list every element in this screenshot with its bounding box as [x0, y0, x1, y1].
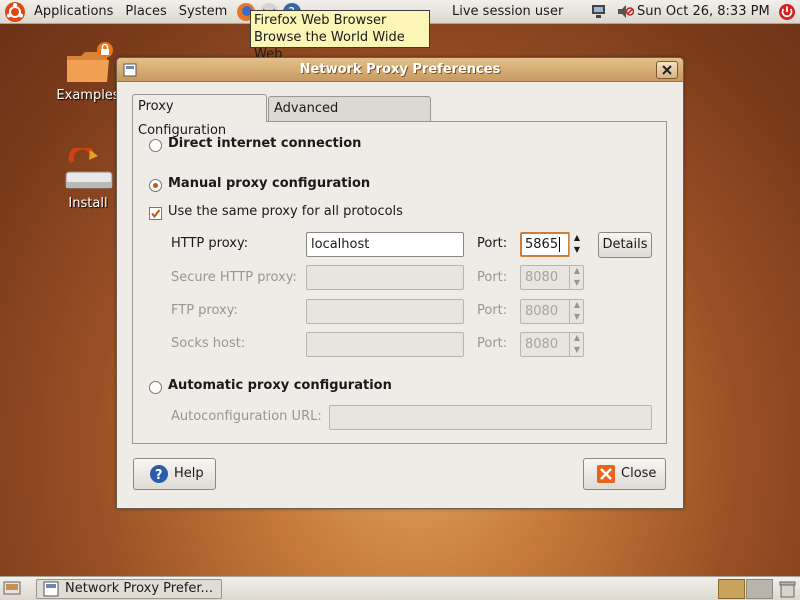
autoconfig-url-label: Autoconfiguration URL: [171, 409, 322, 424]
spin-down-icon[interactable]: ▼ [570, 244, 584, 256]
desktop-examples[interactable]: Examples [56, 38, 120, 103]
spin-up-icon[interactable]: ▲ [570, 265, 584, 277]
tab-proxy-configuration[interactable]: Proxy Configuration [132, 94, 267, 138]
window-title: Network Proxy Preferences [299, 62, 501, 77]
window-close-button[interactable] [656, 61, 678, 79]
http-port-value: 5865 [525, 237, 559, 252]
ubuntu-logo-icon[interactable] [4, 1, 26, 23]
ftp-port-spinner[interactable]: ▲ ▼ [569, 299, 584, 324]
automatic-proxy-label[interactable]: Automatic proxy configuration [168, 378, 392, 394]
power-icon[interactable] [778, 3, 796, 21]
secure-port-label: Port: [477, 270, 508, 285]
ftp-proxy-field[interactable] [306, 299, 464, 324]
bottom-panel: Network Proxy Prefer... [0, 576, 800, 600]
network-icon[interactable] [590, 4, 607, 19]
ftp-proxy-label: FTP proxy: [171, 303, 238, 318]
spin-down-icon[interactable]: ▼ [570, 311, 584, 323]
close-button[interactable]: Close [583, 458, 666, 490]
details-button[interactable]: Details [598, 232, 652, 258]
volume-muted-icon[interactable] [616, 4, 634, 19]
help-label: Help [174, 466, 204, 481]
help-icon: ? [150, 465, 168, 483]
same-proxy-label[interactable]: Use the same proxy for all protocols [168, 204, 403, 220]
spin-down-icon[interactable]: ▼ [570, 277, 584, 289]
checkmark-icon [151, 209, 161, 219]
clock[interactable]: Sun Oct 26, 8:33 PM [637, 0, 770, 24]
http-port-field[interactable]: 5865 [520, 232, 570, 257]
tooltip-title: Firefox Web Browser [254, 13, 387, 28]
socks-host-label: Socks host: [171, 336, 246, 351]
window-titlebar[interactable]: Network Proxy Preferences [117, 58, 683, 82]
workspace-1[interactable] [718, 579, 745, 599]
http-proxy-label: HTTP proxy: [171, 236, 249, 251]
close-x-icon [597, 465, 615, 483]
http-port-label: Port: [477, 236, 508, 251]
taskbar-label: Network Proxy Prefer... [65, 581, 213, 596]
automatic-proxy-radio[interactable] [149, 381, 162, 394]
tooltip: Firefox Web Browser Browse the World Wid… [250, 10, 430, 62]
tab-advanced-configuration[interactable]: Advanced Configuration [268, 96, 431, 140]
spin-up-icon[interactable]: ▲ [570, 332, 584, 344]
same-proxy-checkbox[interactable] [149, 207, 162, 220]
secure-port-spinner[interactable]: ▲ ▼ [569, 265, 584, 290]
folder-icon [67, 42, 113, 82]
workspace-2[interactable] [746, 579, 773, 599]
secure-proxy-field[interactable] [306, 265, 464, 290]
ftp-port-label: Port: [477, 303, 508, 318]
close-icon [662, 65, 672, 75]
autoconfig-url-field[interactable] [329, 405, 652, 430]
applications-menu[interactable]: Applications [28, 0, 119, 24]
socks-host-field[interactable] [306, 332, 464, 357]
socks-port-label: Port: [477, 336, 508, 351]
desktop-examples-label: Examples [56, 88, 120, 103]
spin-down-icon[interactable]: ▼ [570, 344, 584, 356]
show-desktop-icon[interactable] [3, 581, 21, 597]
help-button[interactable]: ? Help [133, 458, 216, 490]
user-label[interactable]: Live session user [452, 0, 563, 24]
places-menu[interactable]: Places [119, 0, 172, 24]
http-port-spinner[interactable]: ▲ ▼ [569, 232, 584, 257]
close-label: Close [621, 466, 657, 481]
desktop-install-label: Install [68, 196, 108, 211]
manual-proxy-label[interactable]: Manual proxy configuration [168, 176, 370, 192]
window-app-icon [43, 581, 59, 597]
trash-icon[interactable] [779, 580, 796, 598]
spin-up-icon[interactable]: ▲ [570, 232, 584, 244]
install-drive-icon [65, 148, 113, 189]
socks-port-spinner[interactable]: ▲ ▼ [569, 332, 584, 357]
system-menu[interactable]: System [173, 0, 233, 24]
taskbar-network-proxy[interactable]: Network Proxy Prefer... [36, 579, 222, 599]
http-proxy-field[interactable]: localhost [306, 232, 464, 257]
spin-up-icon[interactable]: ▲ [570, 299, 584, 311]
manual-proxy-radio[interactable] [149, 179, 162, 192]
svg-text:?: ? [155, 468, 163, 483]
secure-proxy-label: Secure HTTP proxy: [171, 270, 297, 285]
desktop-install[interactable]: Install [58, 148, 118, 211]
